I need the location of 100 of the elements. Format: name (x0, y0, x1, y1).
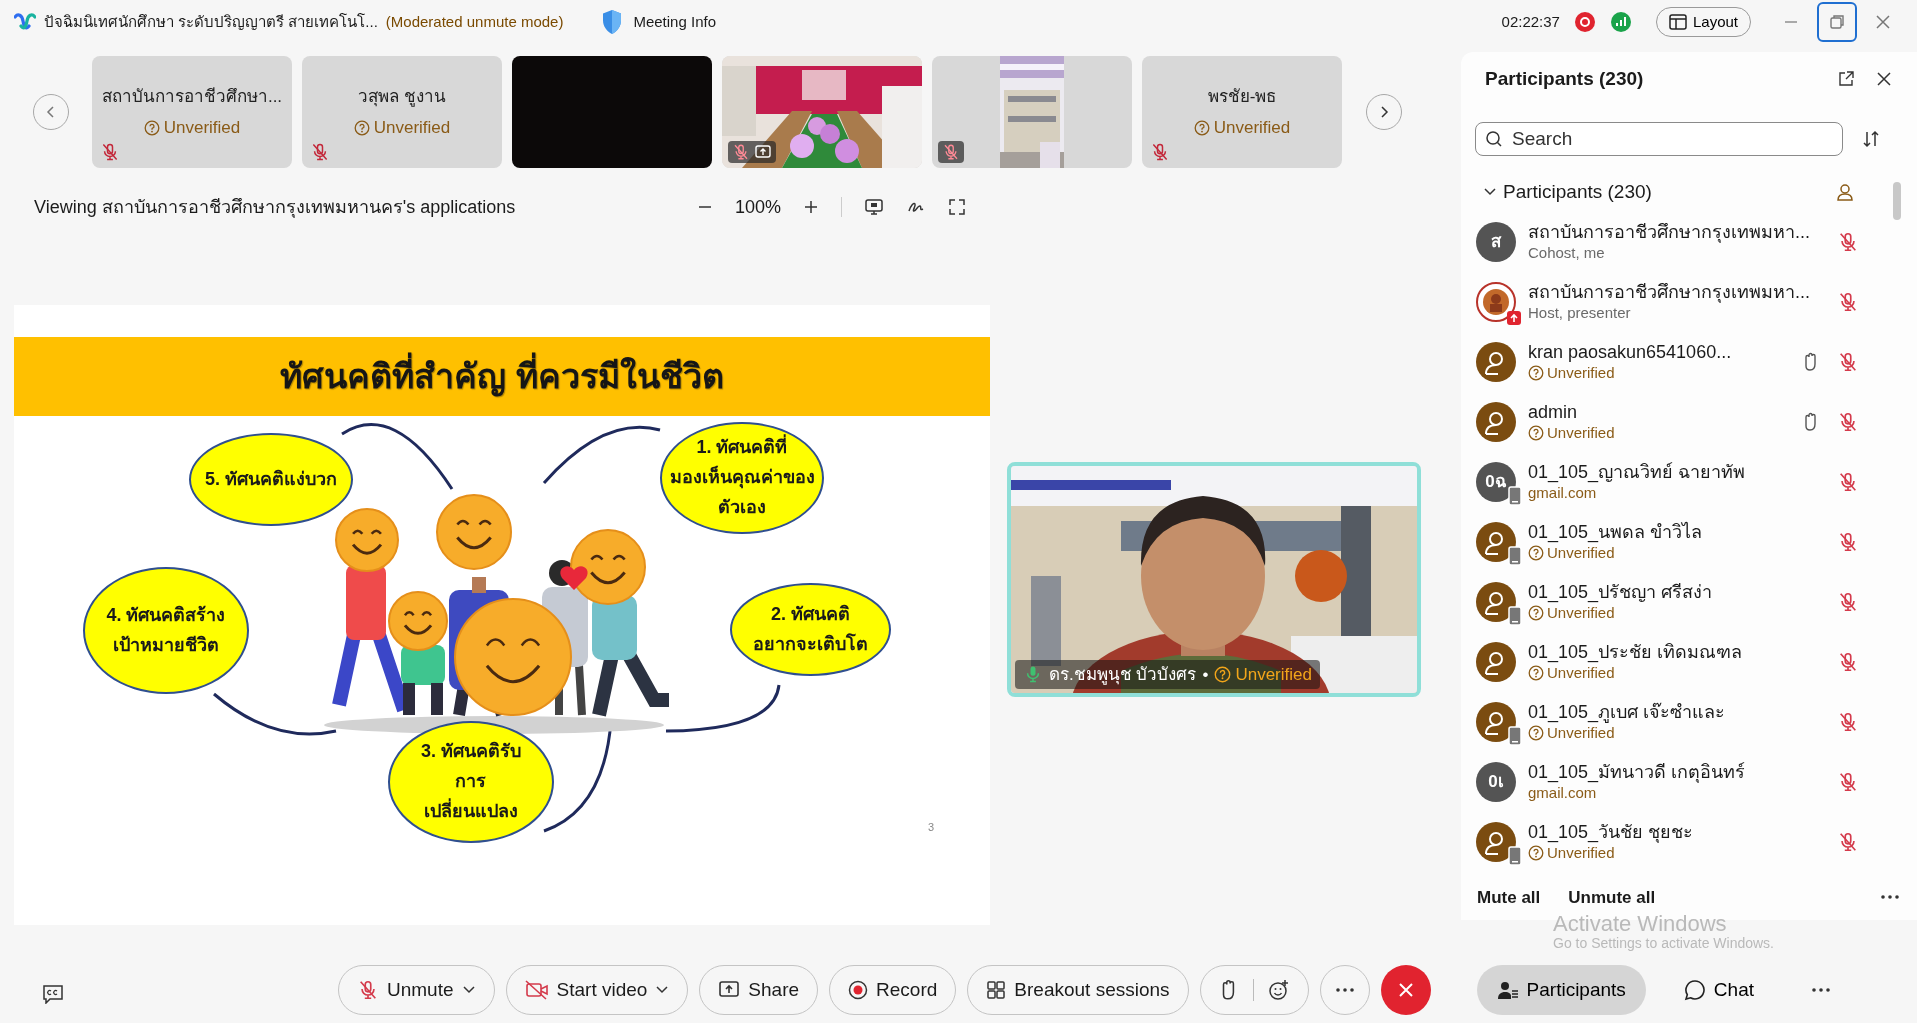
question-icon (1214, 665, 1232, 683)
status-text: Unverified (1235, 663, 1312, 686)
fullscreen-icon[interactable] (948, 198, 966, 216)
unmute-all-link[interactable]: Unmute all (1568, 884, 1656, 910)
participant-name: สถาบันการอาชีวศึกษา... (101, 85, 283, 108)
participant-name: 01_105_วันชัย ชุยชะ (1528, 822, 1695, 844)
video-tile[interactable] (932, 56, 1132, 168)
zoom-in-icon[interactable] (803, 199, 819, 215)
participant-tile[interactable]: วสุพล ชูงาน Unverified (302, 56, 502, 168)
participant-row[interactable]: 01_105_ภูเบศ เจ๊ะซำและ Unverified (1461, 692, 1917, 752)
signal-icon (1609, 11, 1632, 33)
participant-name: kran paosakun6541060... (1528, 342, 1733, 364)
participants-button[interactable]: Participants (1476, 965, 1646, 1015)
pop-out-icon[interactable] (1837, 70, 1855, 88)
record-icon (848, 980, 869, 1000)
participant-name: 01_105_นพดล ขำวิไล (1528, 522, 1704, 544)
mute-all-link[interactable]: Mute all (1477, 884, 1541, 910)
question-icon (1528, 664, 1544, 681)
question-icon (143, 119, 160, 136)
page-number: 3 (928, 820, 935, 835)
speech-bubble: 1. ทัศนคติที่ มองเห็นคุณค่าของ ตัวเอง (660, 422, 824, 534)
person-icon (1835, 182, 1855, 202)
status-text: Unverified (1213, 117, 1291, 139)
os-notice-text: Go to Settings to activate Windows. (1553, 936, 1774, 952)
avatar: 0เ (1476, 762, 1516, 802)
status-text: Unverified (1547, 363, 1615, 382)
participant-row[interactable]: 0เ 01_105_มัทนาวดี เกตุอินทร์ gmail.com (1461, 752, 1917, 812)
end-call-button[interactable] (1380, 965, 1431, 1015)
participant-row[interactable]: 01_105_ปรัชญา ศรีสง่า Unverified (1461, 572, 1917, 632)
participant-row[interactable]: admin Unverified (1461, 392, 1917, 452)
question-icon (1528, 544, 1544, 561)
slide-title: ทัศนคติที่สำคัญ ที่ควรมีในชีวิต (280, 351, 724, 402)
video-tile[interactable]: ดร.ชมพูนุช บัวบังศร • Unverified (1007, 462, 1421, 697)
meeting-info-link[interactable]: Meeting Info (633, 10, 716, 34)
more-icon[interactable] (1879, 895, 1901, 900)
more-icon (1812, 988, 1830, 992)
sort-icon[interactable] (1861, 129, 1881, 149)
search-field[interactable]: Search (1475, 122, 1843, 156)
status-text: Unverified (373, 117, 451, 139)
question-icon (1528, 364, 1544, 381)
participant-name: 01_105_ญาณวิทย์ ฉายาทัพ (1528, 462, 1747, 484)
participant-tile[interactable]: พรชัย-พธ Unverified (1142, 56, 1342, 168)
captions-icon (42, 983, 64, 1004)
status-text: Unverified (1547, 663, 1615, 682)
mode-label: (Moderated unmute mode) (385, 11, 564, 32)
avatar: ส (1476, 222, 1516, 262)
participant-row[interactable]: 0ฉ 01_105_ญาณวิทย์ ฉายาทัพ gmail.com (1461, 452, 1917, 512)
participant-row[interactable]: kran paosakun6541060... Unverified (1461, 332, 1917, 392)
muted-mic-icon (357, 979, 379, 1001)
record-button[interactable]: Record (829, 965, 957, 1015)
question-icon (353, 119, 370, 136)
os-notice-title: Activate Windows (1553, 912, 1728, 937)
minimize-icon (1785, 21, 1797, 23)
chat-button[interactable]: Chat (1663, 965, 1774, 1015)
window-title: ปัจฉิมนิเทศนักศึกษา ระดับปริญญาตรี สายเทคโนโ... (44, 11, 378, 32)
shield-icon[interactable] (601, 9, 624, 35)
status-text: Unverified (1547, 723, 1615, 742)
zoom-level: 100% (734, 195, 781, 219)
participant-name: 01_105_มัทนาวดี เกตุอินทร์ (1528, 762, 1747, 784)
unmute-button[interactable]: Unmute (338, 965, 495, 1015)
participant-name: 01_105_ปรัชญา ศรีสง่า (1528, 582, 1714, 604)
participant-row[interactable]: ส สถาบันการอาชีวศึกษากรุงเทพมหา... Cohost, me (1461, 212, 1917, 272)
monitor-icon[interactable] (864, 197, 884, 217)
status-text: Unverified (1547, 843, 1615, 862)
seal-icon (1476, 282, 1516, 322)
layout-icon (1668, 14, 1687, 30)
participant-row[interactable]: สถาบันการอาชีวศึกษากรุงเทพมหา... Host, presenter (1461, 272, 1917, 332)
participant-name: admin (1528, 402, 1579, 424)
participant-name: สถาบันการอาชีวศึกษากรุงเทพมหา... (1528, 222, 1811, 244)
video-tile[interactable] (512, 56, 712, 168)
speech-bubble: 2. ทัศนคติ อยากจะเติบโต (730, 583, 891, 676)
scrollbar-thumb[interactable] (1893, 182, 1901, 220)
breakout-button[interactable]: Breakout sessions (967, 965, 1189, 1015)
participant-row[interactable]: 01_105_วันชัย ชุยชะ Unverified (1461, 812, 1917, 872)
participant-row[interactable]: 01_105_ประชัย เทิดมณฑล Unverified (1461, 632, 1917, 692)
app-logo-icon (14, 13, 36, 31)
participants-icon (1496, 980, 1519, 1000)
close-icon[interactable] (1875, 70, 1893, 88)
participant-name: ดร.ชมพูนุช บัวบังศร (1049, 663, 1197, 687)
emoji-reaction-icon[interactable] (1267, 979, 1290, 1001)
video-off-icon (524, 980, 549, 1000)
chat-icon (1683, 979, 1706, 1001)
search-icon (1485, 130, 1503, 148)
share-icon (718, 980, 741, 1000)
participant-row[interactable]: 01_105_นพดล ขำวิไล Unverified (1461, 512, 1917, 572)
question-icon (1528, 604, 1544, 621)
panel-title: Participants (230) (1485, 66, 1644, 91)
speech-bubble: 4. ทัศนคติสร้าง เป้าหมายชีวิต (83, 567, 249, 694)
speech-bubble: 3. ทัศนคติรับ การ เปลี่ยนแปลง (388, 721, 554, 843)
participant-tile[interactable]: สถาบันการอาชีวศึกษา... Unverified (92, 56, 292, 168)
question-icon (1528, 844, 1544, 861)
status-text: Unverified (1547, 543, 1615, 562)
email-domain: gmail.com (1528, 783, 1598, 802)
restore-button[interactable] (1817, 2, 1857, 42)
status-text: Unverified (1547, 603, 1615, 622)
question-icon (1193, 119, 1210, 136)
breakout-icon (986, 980, 1007, 1000)
share-button[interactable]: Share (699, 965, 819, 1015)
email-domain: gmail.com (1528, 483, 1598, 502)
section-label[interactable]: Participants (230) (1503, 177, 1652, 207)
